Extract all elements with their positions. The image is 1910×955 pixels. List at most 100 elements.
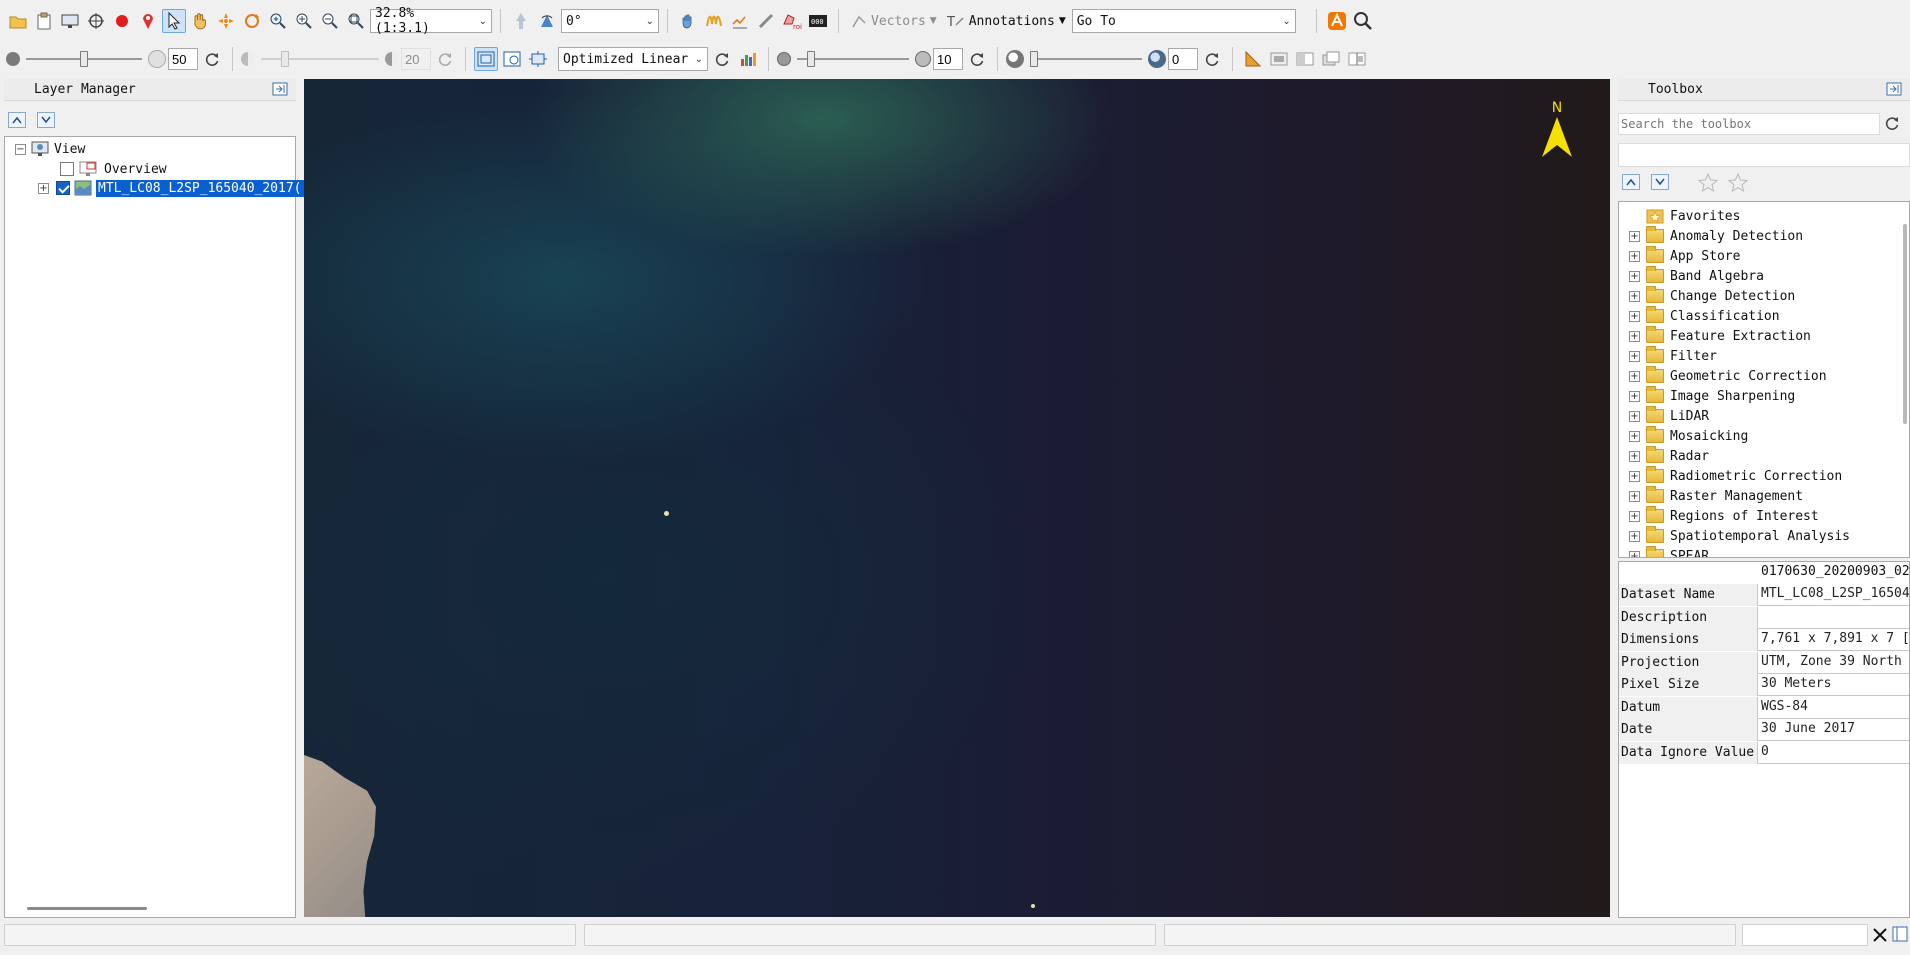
roi-icon[interactable]: roi [780, 9, 804, 33]
toolbox-item[interactable]: + LiDAR [1629, 406, 1709, 426]
center-extent-icon[interactable] [526, 47, 550, 71]
image-view[interactable]: N [304, 79, 1610, 917]
expand-icon[interactable]: + [1629, 470, 1640, 482]
toolbox-item[interactable]: + Geometric Correction [1629, 366, 1827, 386]
expand-icon[interactable]: + [1629, 550, 1640, 557]
property-value[interactable]: UTM, Zone 39 North [1759, 652, 1909, 674]
record-icon[interactable] [110, 9, 134, 33]
refresh-icon[interactable] [200, 47, 224, 71]
tree-node-layer[interactable]: + MTL_LC08_L2SP_165040_2017( [38, 178, 305, 198]
envi-logo-icon[interactable] [1325, 9, 1349, 33]
transparency-slider[interactable] [1030, 47, 1142, 71]
brightness-slider[interactable] [26, 47, 142, 71]
fly-icon[interactable] [214, 9, 238, 33]
slider-thumb[interactable] [281, 51, 289, 67]
open-folder-icon[interactable] [6, 9, 30, 33]
toolbox-refresh-button[interactable] [1884, 115, 1902, 133]
grab-hand-icon[interactable] [676, 9, 700, 33]
sharpen-input[interactable] [933, 48, 963, 70]
expand-icon[interactable]: + [1629, 430, 1640, 442]
expand-icon[interactable]: + [1629, 310, 1640, 322]
expand-icon[interactable]: + [1629, 530, 1640, 542]
process-manager-button[interactable] [1892, 925, 1910, 945]
toolbox-down-button[interactable] [1651, 174, 1669, 190]
vectors-menu[interactable]: Vectors ▼ [847, 9, 941, 33]
brightness-input[interactable] [168, 48, 198, 70]
toolbox-item[interactable]: + SPEAR [1629, 546, 1709, 557]
property-value[interactable]: 30 June 2017 [1759, 719, 1909, 741]
toolbox-item[interactable]: + Spatiotemporal Analysis [1629, 526, 1850, 546]
property-value[interactable]: MTL_LC08_L2SP_165040 [1759, 584, 1909, 606]
contrast-input[interactable] [401, 48, 431, 70]
zoom-combo[interactable]: 32.8% (1:3.1) ⌄ [370, 6, 492, 36]
toolbox-item[interactable]: Favorites [1629, 206, 1740, 226]
expand-icon[interactable]: + [1629, 410, 1640, 422]
slider-thumb[interactable] [1030, 51, 1038, 67]
crosshair-icon[interactable] [84, 9, 108, 33]
sharpen-slider[interactable] [797, 47, 909, 71]
toolbox-item[interactable]: + Filter [1629, 346, 1717, 366]
toolbox-item[interactable]: + Raster Management [1629, 486, 1803, 506]
add-favorite-star-icon[interactable] [1697, 172, 1719, 194]
measure-icon[interactable] [754, 9, 778, 33]
pan-hand-icon[interactable] [188, 9, 212, 33]
expand-icon[interactable]: + [1629, 450, 1640, 462]
goto-input[interactable]: Go To [1077, 14, 1116, 29]
transparency-input[interactable] [1168, 48, 1198, 70]
histogram-icon[interactable] [736, 47, 760, 71]
chip-view-icon[interactable] [1267, 47, 1291, 71]
expand-icon[interactable]: + [1629, 330, 1640, 342]
collapse-icon[interactable]: − [15, 143, 26, 155]
expand-icon[interactable]: + [1629, 390, 1640, 402]
vertical-scrollbar[interactable] [1903, 224, 1907, 424]
location-pin-icon[interactable] [136, 9, 160, 33]
view-extent-icon[interactable] [500, 47, 524, 71]
expand-icon[interactable]: + [1629, 230, 1640, 242]
property-value[interactable]: 30 Meters [1759, 674, 1909, 696]
pixel-info-icon[interactable]: 000 [806, 9, 830, 33]
zoom-out-icon[interactable] [318, 9, 342, 33]
tree-node-overview[interactable]: Overview [60, 160, 167, 178]
pin-icon[interactable] [272, 82, 288, 96]
expand-icon[interactable]: + [1629, 490, 1640, 502]
toolbox-up-button[interactable] [1622, 174, 1640, 190]
zoom-full-icon[interactable] [344, 9, 368, 33]
property-value[interactable]: WGS-84 [1759, 697, 1909, 719]
expand-icon[interactable]: + [1629, 290, 1640, 302]
annotations-menu[interactable]: T Annotations ▼ [943, 9, 1070, 33]
edit-profile-icon[interactable] [728, 9, 752, 33]
blend-icon[interactable] [1293, 47, 1317, 71]
expand-icon[interactable]: + [1629, 350, 1640, 362]
expand-icon[interactable]: + [38, 182, 49, 194]
expand-icon[interactable]: + [1629, 370, 1640, 382]
rotation-combo[interactable]: 0° ⌄ [561, 9, 659, 33]
spectral-profile-icon[interactable] [702, 9, 726, 33]
toolbox-item[interactable]: + Radar [1629, 446, 1709, 466]
remove-favorite-star-icon[interactable] [1727, 172, 1749, 194]
refresh-icon[interactable] [710, 47, 734, 71]
toolbox-item[interactable]: + Mosaicking [1629, 426, 1748, 446]
cancel-process-button[interactable] [1870, 925, 1890, 945]
toolbox-item[interactable]: + Anomaly Detection [1629, 226, 1803, 246]
refresh-icon[interactable] [1200, 47, 1224, 71]
expand-icon[interactable]: + [1629, 510, 1640, 522]
monitor-icon[interactable] [58, 9, 82, 33]
select-pointer-icon[interactable] [162, 9, 186, 33]
toolbox-item[interactable]: + Regions of Interest [1629, 506, 1819, 526]
full-extent-icon[interactable] [474, 47, 498, 71]
toolbox-item[interactable]: + Feature Extraction [1629, 326, 1811, 346]
refresh-icon[interactable] [965, 47, 989, 71]
contrast-slider[interactable] [261, 47, 379, 71]
slider-thumb[interactable] [807, 51, 815, 67]
stretch-combo[interactable]: Optimized Linear ⌄ [558, 47, 708, 71]
toolbox-item[interactable]: + Change Detection [1629, 286, 1795, 306]
property-value[interactable]: 0 [1759, 742, 1909, 764]
toolbox-item[interactable]: + App Store [1629, 246, 1740, 266]
swipe-icon[interactable] [1345, 47, 1369, 71]
property-value[interactable] [1759, 607, 1909, 629]
goto-combo[interactable]: Go To ⌄ [1071, 9, 1296, 33]
clipboard-icon[interactable] [32, 9, 56, 33]
toolbox-search-input[interactable] [1618, 113, 1880, 135]
tree-node-view[interactable]: − View [15, 140, 85, 158]
search-icon[interactable] [1351, 9, 1375, 33]
